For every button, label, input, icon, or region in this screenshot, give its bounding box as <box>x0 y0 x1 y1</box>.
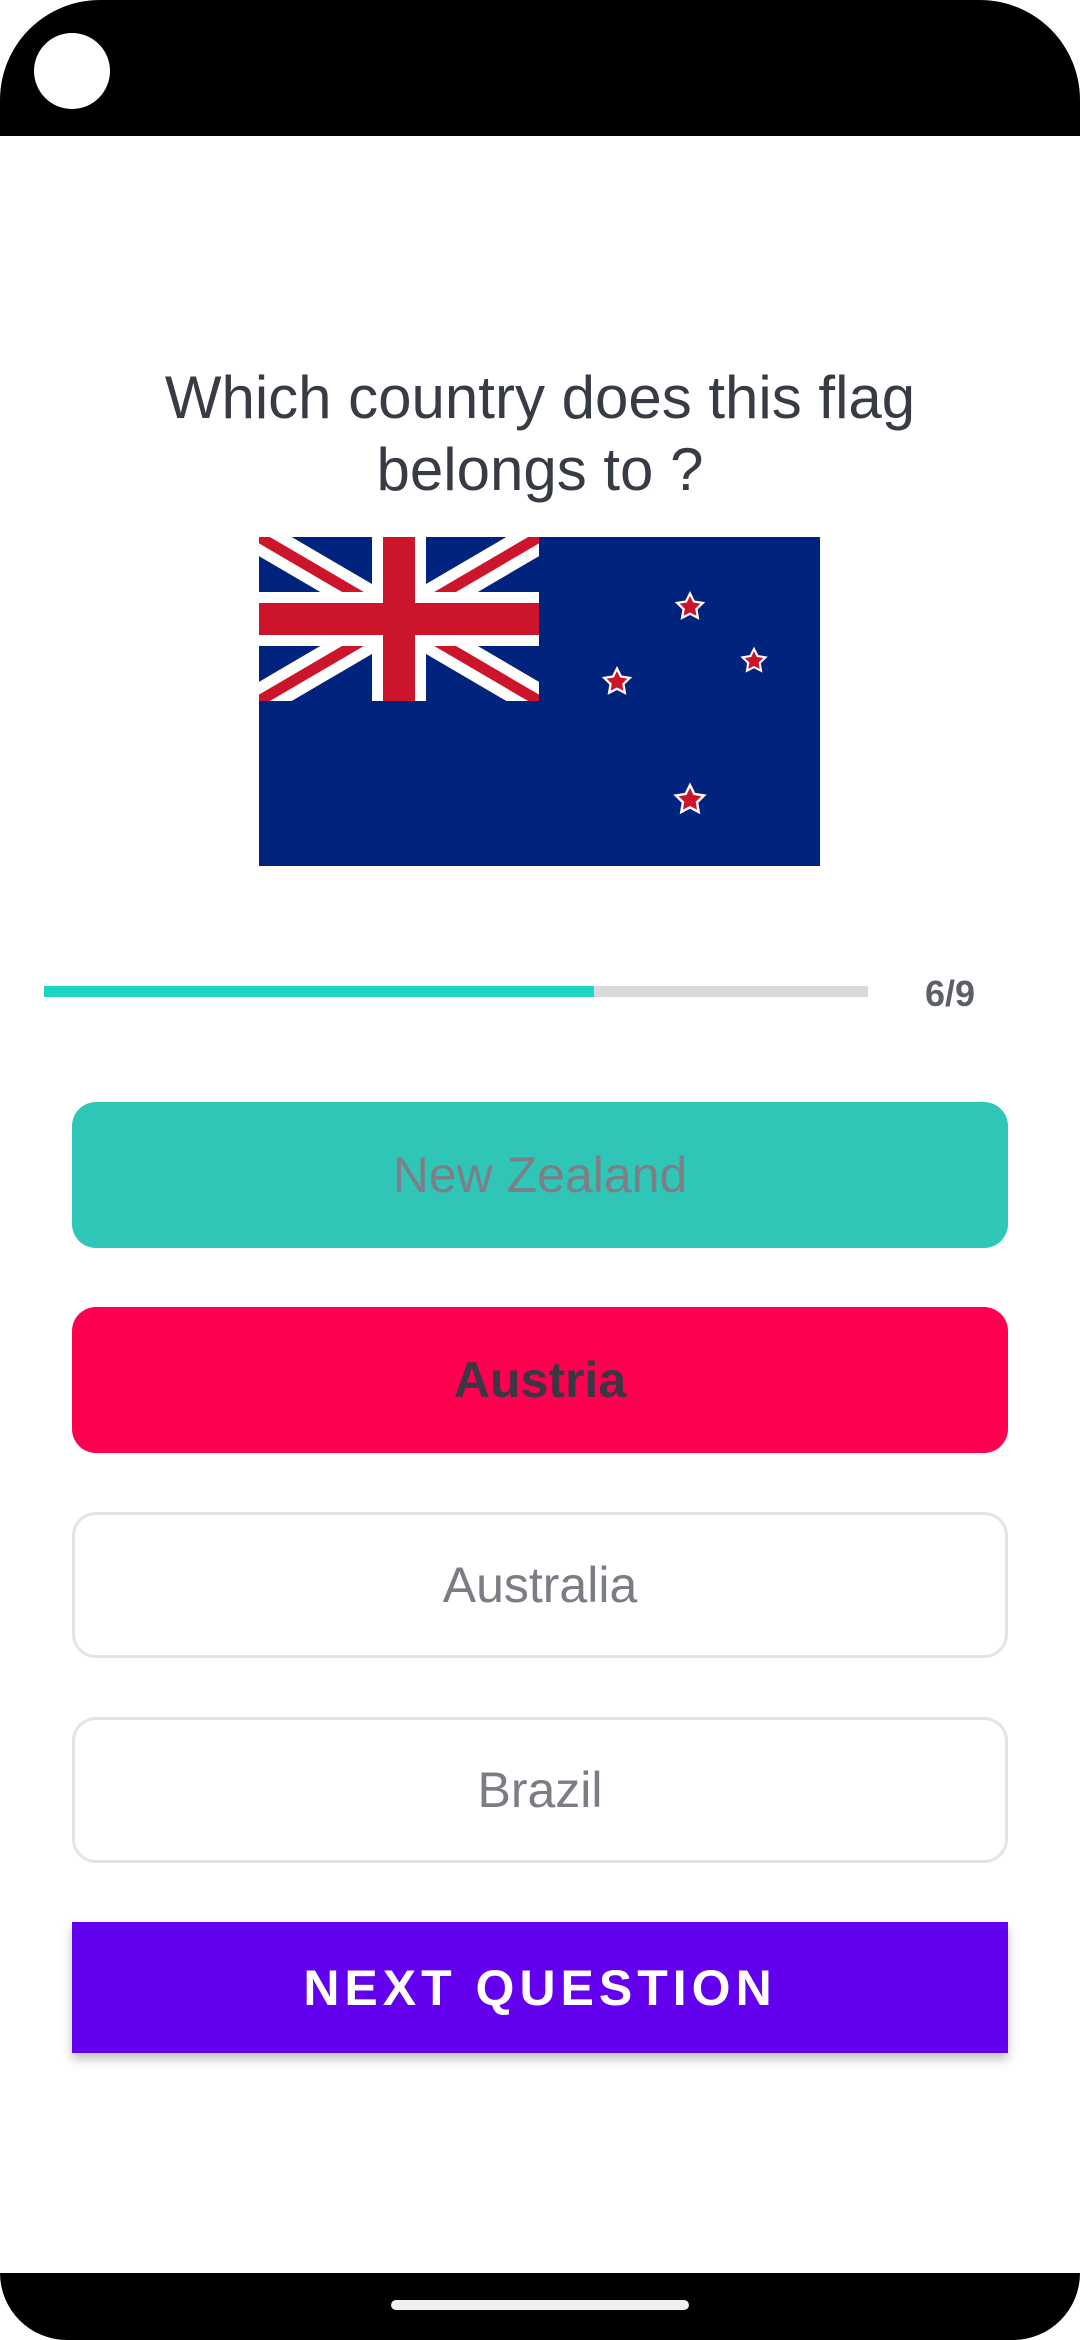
progress-fill <box>44 986 594 997</box>
new-zealand-flag-icon <box>259 537 820 866</box>
answer-option-new-zealand[interactable]: New Zealand <box>72 1102 1008 1248</box>
answer-option-label: Brazil <box>477 1762 603 1818</box>
camera-cutout <box>34 33 110 109</box>
answer-option-label: Austria <box>453 1352 627 1408</box>
progress-bar <box>44 986 868 997</box>
progress-counter: 6/9 <box>924 973 976 1014</box>
home-indicator[interactable] <box>391 2300 689 2310</box>
navigation-bar <box>0 2273 1080 2340</box>
quiz-screen: Which country does this flag belongs to … <box>0 0 1080 2340</box>
next-question-button[interactable]: NEXT QUESTION <box>72 1922 1008 2053</box>
answer-option-austria[interactable]: Austria <box>72 1307 1008 1453</box>
status-bar <box>0 0 1080 136</box>
answer-option-australia[interactable]: Australia <box>72 1512 1008 1658</box>
question-text: Which country does this flag belongs to … <box>164 364 916 503</box>
answer-option-label: New Zealand <box>392 1147 688 1203</box>
answer-option-brazil[interactable]: Brazil <box>72 1717 1008 1863</box>
answer-option-label: Australia <box>442 1557 638 1613</box>
